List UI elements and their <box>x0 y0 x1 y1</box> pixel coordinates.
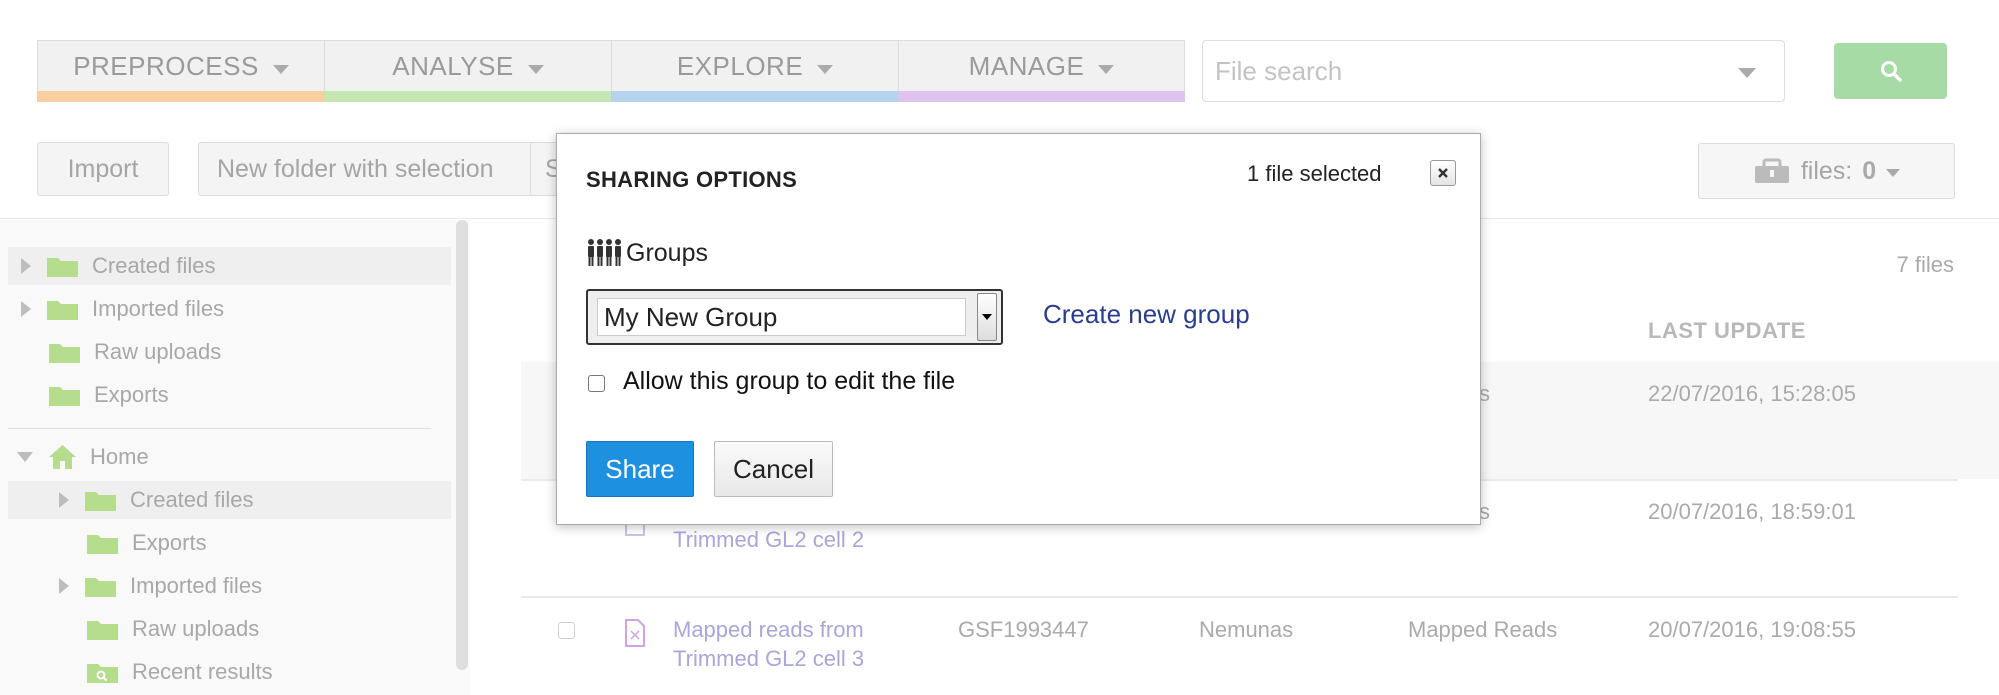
groups-label: Groups <box>626 238 708 267</box>
allow-edit-label: Allow this group to edit the file <box>623 367 956 395</box>
share-button[interactable]: Share <box>586 441 694 497</box>
group-icon <box>588 239 621 266</box>
select-dropdown-button[interactable] <box>977 293 997 341</box>
groups-heading: Groups <box>586 238 708 268</box>
group-select-value[interactable]: My New Group <box>597 298 966 336</box>
create-new-group-link[interactable]: Create new group <box>1043 299 1250 330</box>
chevron-down-icon <box>982 314 992 320</box>
close-icon <box>1438 168 1448 178</box>
allow-edit-checkbox[interactable] <box>588 375 605 392</box>
group-select[interactable]: My New Group <box>586 289 1003 345</box>
sharing-options-dialog: SHARING OPTIONS 1 file selected Groups M… <box>556 133 1481 525</box>
close-button[interactable] <box>1430 160 1456 186</box>
dialog-title: SHARING OPTIONS <box>586 167 798 192</box>
cancel-button[interactable]: Cancel <box>714 441 833 497</box>
selected-count: 1 file selected <box>1247 161 1382 186</box>
allow-edit-option[interactable]: Allow this group to edit the file <box>588 367 955 396</box>
